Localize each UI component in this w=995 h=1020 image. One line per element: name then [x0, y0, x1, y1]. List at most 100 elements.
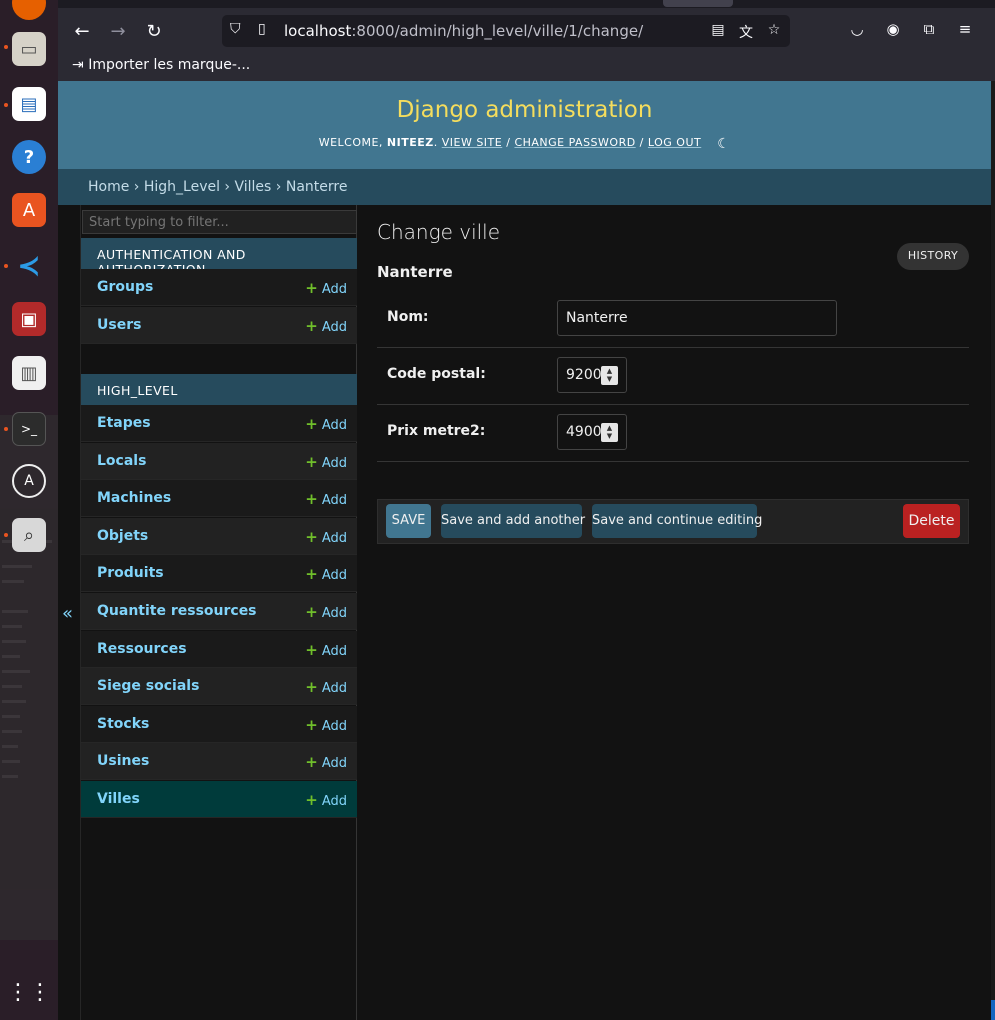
libreoffice-writer-icon[interactable]: ▤	[12, 87, 46, 121]
sidebar-item-label[interactable]: Users	[97, 317, 141, 333]
sidebar-item-objets[interactable]: Objets + Add	[81, 517, 357, 555]
forward-arrow-icon[interactable]: →	[105, 18, 131, 44]
theme-toggle-moon-icon[interactable]: ☾	[717, 136, 730, 152]
screenshot-icon[interactable]: ⌕	[12, 518, 46, 552]
sidebar-item-label[interactable]: Produits	[97, 565, 164, 581]
sidebar-collapse-button[interactable]: «	[62, 603, 73, 624]
breadcrumb-model[interactable]: Villes	[234, 179, 271, 195]
nom-input[interactable]: Nanterre	[557, 300, 837, 336]
sidebar-item-label[interactable]: Locals	[97, 453, 146, 469]
url-bar[interactable]: ⛉ ▯ localhost:8000/admin/high_level/vill…	[222, 15, 790, 47]
sidebar-item-locals[interactable]: Locals + Add	[81, 442, 357, 480]
disk-usage-icon[interactable]: ▣	[12, 302, 46, 336]
help-icon[interactable]: ?	[12, 140, 46, 174]
sidebar-item-usines[interactable]: Usines + Add	[81, 743, 357, 781]
tab-strip	[58, 0, 995, 8]
log-out-link[interactable]: LOG OUT	[648, 136, 701, 149]
extensions-icon[interactable]: ⧉	[918, 20, 940, 42]
view-site-link[interactable]: VIEW SITE	[442, 136, 503, 149]
add-link[interactable]: + Add	[305, 791, 347, 809]
browser-tab[interactable]	[663, 0, 733, 7]
back-arrow-icon[interactable]: ←	[69, 18, 95, 44]
sidebar-item-label[interactable]: Usines	[97, 753, 149, 769]
translate-icon[interactable]: 文	[737, 22, 755, 41]
delete-button[interactable]: Delete	[903, 504, 960, 538]
add-link[interactable]: + Add	[305, 716, 347, 734]
bookmark-star-icon[interactable]: ☆	[765, 22, 783, 40]
add-link[interactable]: + Add	[305, 490, 347, 508]
files-icon[interactable]: ▭	[12, 32, 46, 66]
document-viewer-icon[interactable]: ▥	[12, 356, 46, 390]
firefox-icon[interactable]	[12, 0, 46, 20]
add-label: Add	[321, 319, 347, 335]
sidebar-item-label[interactable]: Machines	[97, 490, 171, 506]
sidebar-item-label[interactable]: Etapes	[97, 415, 151, 431]
nav-filter-input[interactable]	[82, 210, 357, 234]
save-button[interactable]: SAVE	[386, 504, 431, 538]
plus-icon: +	[305, 678, 318, 697]
page-info-icon[interactable]: ▯	[258, 21, 266, 37]
site-title[interactable]: Django administration	[58, 97, 991, 123]
add-link[interactable]: + Add	[305, 317, 347, 335]
bookmark-import[interactable]: ⇥ Importer les marque-...	[72, 57, 250, 73]
save-and-continue-button[interactable]: Save and continue editing	[592, 504, 762, 538]
plus-icon: +	[305, 452, 318, 471]
module-caption-high-level[interactable]: HIGH_LEVEL	[81, 374, 357, 405]
account-icon[interactable]: ◉	[882, 20, 904, 42]
sidebar-item-groups[interactable]: Groups + Add	[81, 269, 357, 306]
number-stepper-icon[interactable]: ▲ ▼	[601, 366, 618, 385]
sidebar-item-users[interactable]: Users + Add	[81, 306, 357, 344]
sidebar-item-stocks[interactable]: Stocks + Add	[81, 705, 357, 743]
sidebar-item-label[interactable]: Quantite ressources	[97, 603, 257, 619]
plus-icon: +	[305, 603, 318, 621]
sidebar-item-etapes[interactable]: Etapes + Add	[81, 405, 357, 442]
sidebar-item-quantite-ressources[interactable]: Quantite ressources + Add	[81, 593, 357, 630]
reader-view-icon[interactable]: ▤	[709, 22, 727, 40]
admin-header: Django administration WELCOME, NITEEZ. V…	[58, 81, 991, 169]
sidebar-item-siege-socials[interactable]: Siege socials + Add	[81, 668, 357, 706]
change-password-link[interactable]: CHANGE PASSWORD	[514, 136, 635, 149]
sidebar-item-label[interactable]: Villes	[97, 791, 140, 807]
url-text[interactable]: localhost:8000/admin/high_level/ville/1/…	[284, 22, 643, 40]
sidebar-item-label[interactable]: Ressources	[97, 641, 187, 657]
breadcrumb-app[interactable]: High_Level	[144, 179, 220, 195]
sidebar-item-machines[interactable]: Machines + Add	[81, 480, 357, 518]
add-link[interactable]: + Add	[305, 641, 347, 659]
form-row-nom: Nom: Nanterre	[377, 291, 969, 348]
sidebar-item-label[interactable]: Objets	[97, 528, 148, 544]
shield-icon[interactable]: ⛉	[230, 21, 248, 41]
admin-page: Django administration WELCOME, NITEEZ. V…	[58, 81, 995, 1020]
add-link[interactable]: + Add	[305, 678, 347, 696]
add-link[interactable]: + Add	[305, 453, 347, 471]
app-center-icon[interactable]: A	[12, 193, 46, 227]
pocket-icon[interactable]: ◡	[846, 20, 868, 42]
menu-icon[interactable]: ≡	[954, 20, 976, 42]
terminal-icon[interactable]: >_	[12, 412, 46, 446]
add-link[interactable]: + Add	[305, 528, 347, 546]
add-link[interactable]: + Add	[305, 753, 347, 771]
add-link[interactable]: + Add	[305, 565, 347, 583]
software-updater-icon[interactable]: A	[12, 464, 46, 498]
sidebar-item-label[interactable]: Siege socials	[97, 678, 199, 694]
sidebar-item-villes[interactable]: Villes + Add	[81, 781, 357, 818]
save-and-add-another-button[interactable]: Save and add another	[441, 504, 585, 538]
add-link[interactable]: + Add	[305, 279, 347, 297]
number-stepper-icon[interactable]: ▲ ▼	[601, 423, 618, 442]
add-link[interactable]: + Add	[305, 603, 347, 621]
prix-metre2-input[interactable]: 4900 ▲ ▼	[557, 414, 627, 450]
breadcrumb-home[interactable]: Home	[88, 179, 129, 195]
sidebar-item-produits[interactable]: Produits + Add	[81, 555, 357, 593]
sidebar-item-label[interactable]: Groups	[97, 279, 153, 295]
add-link[interactable]: + Add	[305, 415, 347, 433]
code-postal-input[interactable]: 92000 ▲ ▼	[557, 357, 627, 393]
scrollbar-track[interactable]	[991, 81, 995, 1020]
show-apps-icon[interactable]: ⋮⋮	[7, 975, 51, 1009]
nav-sidebar: AUTHENTICATION AND AUTHORIZATION Groups +…	[80, 205, 357, 1020]
sidebar-item-ressources[interactable]: Ressources + Add	[81, 630, 357, 668]
history-button[interactable]: HISTORY	[897, 243, 969, 270]
plus-icon: +	[305, 316, 318, 335]
vscode-icon[interactable]: ≺	[12, 248, 46, 282]
module-caption-auth[interactable]: AUTHENTICATION AND AUTHORIZATION	[81, 238, 357, 277]
reload-icon[interactable]: ↻	[141, 18, 167, 44]
sidebar-item-label[interactable]: Stocks	[97, 716, 149, 732]
